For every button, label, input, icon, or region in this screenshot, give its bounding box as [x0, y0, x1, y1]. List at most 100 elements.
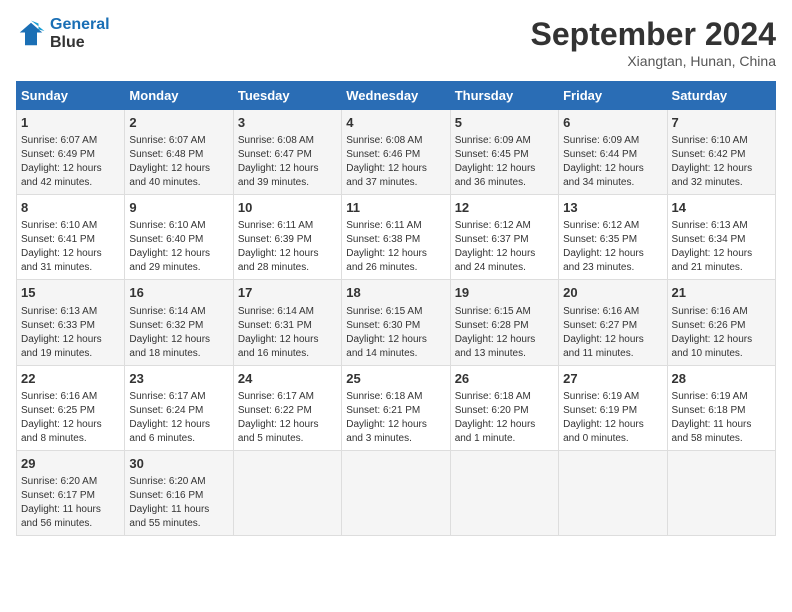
- day-number: 21: [672, 284, 771, 302]
- day-number: 7: [672, 114, 771, 132]
- day-number: 16: [129, 284, 228, 302]
- day-number: 19: [455, 284, 554, 302]
- week-row-3: 15 Sunrise: 6:13 AM Sunset: 6:33 PM Dayli…: [17, 280, 776, 365]
- day-info: Sunrise: 6:14 AM Sunset: 6:32 PM Dayligh…: [129, 305, 228, 361]
- day-number: 6: [563, 114, 662, 132]
- day-number: 28: [672, 370, 771, 388]
- day-cell: [233, 450, 341, 535]
- day-cell: 21 Sunrise: 6:16 AM Sunset: 6:26 PM Dayli…: [667, 280, 775, 365]
- day-cell: 23 Sunrise: 6:17 AM Sunset: 6:24 PM Dayli…: [125, 365, 233, 450]
- day-number: 5: [455, 114, 554, 132]
- day-number: 1: [21, 114, 120, 132]
- logo: General Blue: [16, 16, 110, 52]
- day-cell: 24 Sunrise: 6:17 AM Sunset: 6:22 PM Dayli…: [233, 365, 341, 450]
- day-cell: 9Sunrise: 6:10 AM Sunset: 6:40 PM Daylig…: [125, 195, 233, 280]
- week-row-5: 29 Sunrise: 6:20 AM Sunset: 6:17 PM Dayli…: [17, 450, 776, 535]
- day-cell: 29 Sunrise: 6:20 AM Sunset: 6:17 PM Dayli…: [17, 450, 125, 535]
- day-info: Sunrise: 6:11 AM Sunset: 6:38 PM Dayligh…: [346, 219, 445, 275]
- day-number: 30: [129, 455, 228, 473]
- day-cell: 14 Sunrise: 6:13 AM Sunset: 6:34 PM Dayli…: [667, 195, 775, 280]
- day-cell: 1 Sunrise: 6:07 AM Sunset: 6:49 PM Daylig…: [17, 110, 125, 195]
- day-info: Sunrise: 6:16 AM Sunset: 6:25 PM Dayligh…: [21, 390, 120, 446]
- day-info: Sunrise: 6:15 AM Sunset: 6:30 PM Dayligh…: [346, 305, 445, 361]
- day-cell: 18Sunrise: 6:15 AM Sunset: 6:30 PM Dayli…: [342, 280, 450, 365]
- day-number: 15: [21, 284, 120, 302]
- day-info: Sunrise: 6:13 AM Sunset: 6:34 PM Dayligh…: [672, 219, 771, 275]
- week-row-2: 8 Sunrise: 6:10 AM Sunset: 6:41 PM Daylig…: [17, 195, 776, 280]
- day-number: 4: [346, 114, 445, 132]
- day-info: Sunrise: 6:18 AM Sunset: 6:21 PM Dayligh…: [346, 390, 445, 446]
- day-info: Sunrise: 6:10 AM Sunset: 6:41 PM Dayligh…: [21, 219, 120, 275]
- day-number: 23: [129, 370, 228, 388]
- column-header-thursday: Thursday: [450, 82, 558, 110]
- day-number: 10: [238, 199, 337, 217]
- day-info: Sunrise: 6:15 AM Sunset: 6:28 PM Dayligh…: [455, 305, 554, 361]
- week-row-1: 1 Sunrise: 6:07 AM Sunset: 6:49 PM Daylig…: [17, 110, 776, 195]
- day-info: Sunrise: 6:17 AM Sunset: 6:22 PM Dayligh…: [238, 390, 337, 446]
- day-cell: 5 Sunrise: 6:09 AM Sunset: 6:45 PM Daylig…: [450, 110, 558, 195]
- day-info: Sunrise: 6:12 AM Sunset: 6:35 PM Dayligh…: [563, 219, 662, 275]
- day-info: Sunrise: 6:10 AM Sunset: 6:40 PM Dayligh…: [129, 219, 228, 275]
- day-cell: 13Sunrise: 6:12 AM Sunset: 6:35 PM Dayli…: [559, 195, 667, 280]
- day-cell: 11 Sunrise: 6:11 AM Sunset: 6:38 PM Dayli…: [342, 195, 450, 280]
- day-cell: [450, 450, 558, 535]
- day-info: Sunrise: 6:07 AM Sunset: 6:48 PM Dayligh…: [129, 134, 228, 190]
- day-cell: [342, 450, 450, 535]
- day-info: Sunrise: 6:19 AM Sunset: 6:19 PM Dayligh…: [563, 390, 662, 446]
- day-number: 17: [238, 284, 337, 302]
- day-number: 26: [455, 370, 554, 388]
- week-row-4: 22 Sunrise: 6:16 AM Sunset: 6:25 PM Dayli…: [17, 365, 776, 450]
- location: Xiangtan, Hunan, China: [531, 53, 776, 69]
- header-row: SundayMondayTuesdayWednesdayThursdayFrid…: [17, 82, 776, 110]
- day-number: 11: [346, 199, 445, 217]
- day-cell: 30 Sunrise: 6:20 AM Sunset: 6:16 PM Dayli…: [125, 450, 233, 535]
- day-cell: 22 Sunrise: 6:16 AM Sunset: 6:25 PM Dayli…: [17, 365, 125, 450]
- column-header-friday: Friday: [559, 82, 667, 110]
- day-cell: 7Sunrise: 6:10 AM Sunset: 6:42 PM Daylig…: [667, 110, 775, 195]
- day-info: Sunrise: 6:09 AM Sunset: 6:45 PM Dayligh…: [455, 134, 554, 190]
- day-info: Sunrise: 6:18 AM Sunset: 6:20 PM Dayligh…: [455, 390, 554, 446]
- day-number: 22: [21, 370, 120, 388]
- page-header: General Blue September 2024 Xiangtan, Hu…: [16, 16, 776, 69]
- day-cell: 12 Sunrise: 6:12 AM Sunset: 6:37 PM Dayli…: [450, 195, 558, 280]
- day-cell: 25 Sunrise: 6:18 AM Sunset: 6:21 PM Dayli…: [342, 365, 450, 450]
- day-cell: 6 Sunrise: 6:09 AM Sunset: 6:44 PM Daylig…: [559, 110, 667, 195]
- day-cell: [667, 450, 775, 535]
- day-info: Sunrise: 6:14 AM Sunset: 6:31 PM Dayligh…: [238, 305, 337, 361]
- column-header-sunday: Sunday: [17, 82, 125, 110]
- day-info: Sunrise: 6:17 AM Sunset: 6:24 PM Dayligh…: [129, 390, 228, 446]
- calendar-table: SundayMondayTuesdayWednesdayThursdayFrid…: [16, 81, 776, 536]
- day-info: Sunrise: 6:07 AM Sunset: 6:49 PM Dayligh…: [21, 134, 120, 190]
- day-cell: 20 Sunrise: 6:16 AM Sunset: 6:27 PM Dayli…: [559, 280, 667, 365]
- logo-icon: [16, 19, 46, 49]
- day-info: Sunrise: 6:09 AM Sunset: 6:44 PM Dayligh…: [563, 134, 662, 190]
- day-number: 25: [346, 370, 445, 388]
- day-info: Sunrise: 6:16 AM Sunset: 6:26 PM Dayligh…: [672, 305, 771, 361]
- day-number: 12: [455, 199, 554, 217]
- day-info: Sunrise: 6:19 AM Sunset: 6:18 PM Dayligh…: [672, 390, 771, 446]
- day-info: Sunrise: 6:08 AM Sunset: 6:46 PM Dayligh…: [346, 134, 445, 190]
- column-header-saturday: Saturday: [667, 82, 775, 110]
- day-number: 8: [21, 199, 120, 217]
- day-info: Sunrise: 6:11 AM Sunset: 6:39 PM Dayligh…: [238, 219, 337, 275]
- day-number: 14: [672, 199, 771, 217]
- day-cell: 16 Sunrise: 6:14 AM Sunset: 6:32 PM Dayli…: [125, 280, 233, 365]
- day-number: 29: [21, 455, 120, 473]
- day-number: 24: [238, 370, 337, 388]
- day-cell: 28 Sunrise: 6:19 AM Sunset: 6:18 PM Dayli…: [667, 365, 775, 450]
- day-cell: 3Sunrise: 6:08 AM Sunset: 6:47 PM Daylig…: [233, 110, 341, 195]
- day-cell: 27 Sunrise: 6:19 AM Sunset: 6:19 PM Dayli…: [559, 365, 667, 450]
- day-number: 3: [238, 114, 337, 132]
- day-info: Sunrise: 6:20 AM Sunset: 6:16 PM Dayligh…: [129, 475, 228, 531]
- day-cell: 8 Sunrise: 6:10 AM Sunset: 6:41 PM Daylig…: [17, 195, 125, 280]
- day-info: Sunrise: 6:13 AM Sunset: 6:33 PM Dayligh…: [21, 305, 120, 361]
- day-cell: 10 Sunrise: 6:11 AM Sunset: 6:39 PM Dayli…: [233, 195, 341, 280]
- day-info: Sunrise: 6:20 AM Sunset: 6:17 PM Dayligh…: [21, 475, 120, 531]
- day-info: Sunrise: 6:16 AM Sunset: 6:27 PM Dayligh…: [563, 305, 662, 361]
- title-block: September 2024 Xiangtan, Hunan, China: [531, 16, 776, 69]
- day-number: 20: [563, 284, 662, 302]
- day-number: 2: [129, 114, 228, 132]
- day-number: 27: [563, 370, 662, 388]
- day-info: Sunrise: 6:12 AM Sunset: 6:37 PM Dayligh…: [455, 219, 554, 275]
- month-title: September 2024: [531, 16, 776, 53]
